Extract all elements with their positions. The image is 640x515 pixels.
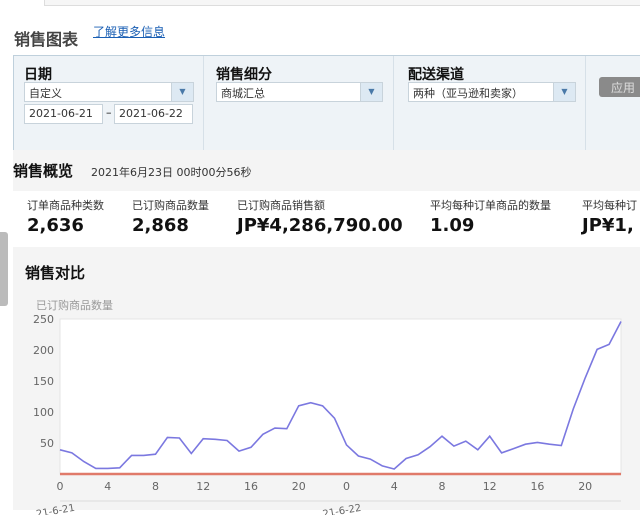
- x-tick-label: 20: [578, 480, 592, 493]
- x-tick-label: 0: [343, 480, 350, 493]
- sales-line-chart: 501001502002500 4 8 12 16 20 0 4 8 12 16 2021-6-21 2…: [33, 313, 622, 515]
- x-tick-label: 12: [196, 480, 210, 493]
- x-tick-label: 4: [104, 480, 111, 493]
- x-tick-label: 20: [292, 480, 306, 493]
- y-tick-label: 100: [33, 406, 54, 419]
- date-label: 21-6-21: [35, 503, 75, 515]
- y-tick-label: 250: [33, 313, 54, 326]
- y-tick-label: 150: [33, 375, 54, 388]
- y-tick-label: 200: [33, 344, 54, 357]
- x-tick-label: 16: [244, 480, 258, 493]
- x-tick-label: 16: [530, 480, 544, 493]
- x-tick-label: 12: [483, 480, 497, 493]
- plot-area: [59, 318, 622, 475]
- x-tick-label: 0: [57, 480, 64, 493]
- date-label: 21-6-22: [322, 503, 362, 515]
- x-tick-label: 8: [438, 480, 445, 493]
- x-tick-label: 8: [152, 480, 159, 493]
- x-tick-label: 4: [391, 480, 398, 493]
- y-tick-label: 50: [40, 437, 54, 450]
